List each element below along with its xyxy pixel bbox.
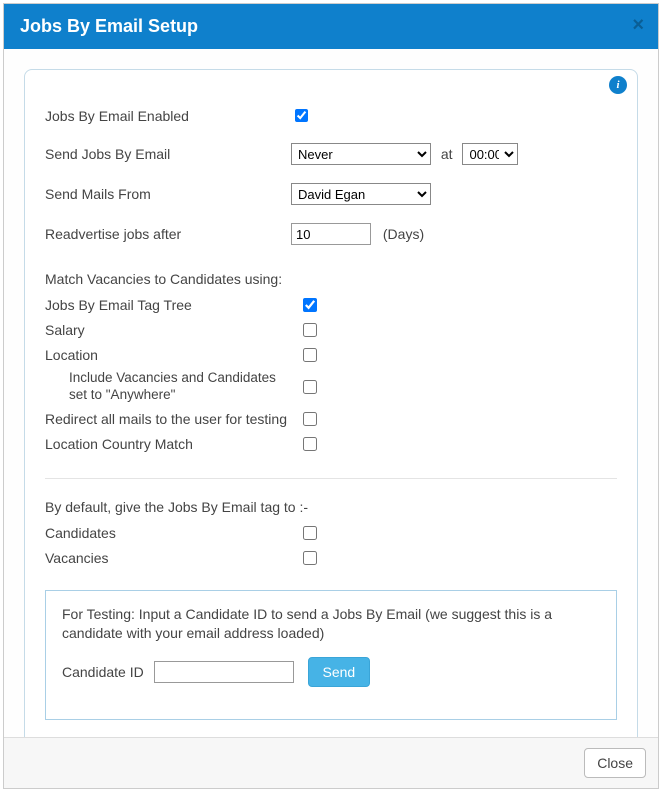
match-option-label: Location: [45, 347, 299, 363]
match-option-row: Jobs By Email Tag Tree: [45, 295, 617, 315]
match-option-row: Location: [45, 345, 617, 365]
input-candidate-id[interactable]: [154, 661, 294, 683]
label-at: at: [441, 146, 453, 162]
select-frequency[interactable]: Never: [291, 143, 431, 165]
select-time[interactable]: 00:00: [462, 143, 518, 165]
close-icon[interactable]: ×: [632, 14, 644, 37]
default-tag-label: Candidates: [45, 525, 299, 541]
match-option-checkbox[interactable]: [303, 437, 317, 451]
label-candidate-id: Candidate ID: [62, 664, 144, 680]
match-option-row: Include Vacancies and Candidates set to …: [45, 370, 617, 404]
label-readvertise: Readvertise jobs after: [45, 226, 291, 242]
modal-dialog: Jobs By Email Setup × i Jobs By Email En…: [3, 3, 659, 789]
match-options-list: Jobs By Email Tag Tree Salary Location Incl…: [45, 295, 617, 454]
default-tag-checkbox[interactable]: [303, 526, 317, 540]
match-option-label: Include Vacancies and Candidates set to …: [45, 370, 299, 404]
testing-description: For Testing: Input a Candidate ID to sen…: [62, 605, 600, 643]
row-enabled: Jobs By Email Enabled: [45, 106, 617, 125]
match-option-checkbox[interactable]: [303, 380, 317, 394]
default-tag-list: Candidates Vacancies: [45, 523, 617, 568]
close-button[interactable]: Close: [584, 748, 646, 778]
match-option-checkbox[interactable]: [303, 298, 317, 312]
match-option-label: Redirect all mails to the user for testi…: [45, 411, 299, 427]
settings-panel: i Jobs By Email Enabled Send Jobs By Ema…: [24, 69, 638, 737]
default-tag-checkbox[interactable]: [303, 551, 317, 565]
modal-footer: Close: [4, 737, 658, 788]
default-tag-row: Vacancies: [45, 548, 617, 568]
default-tag-row: Candidates: [45, 523, 617, 543]
label-send-from: Send Mails From: [45, 186, 291, 202]
info-icon[interactable]: i: [609, 76, 627, 94]
match-section-title: Match Vacancies to Candidates using:: [45, 271, 617, 287]
label-send-jobs: Send Jobs By Email: [45, 146, 291, 162]
match-option-checkbox[interactable]: [303, 348, 317, 362]
row-readvertise: Readvertise jobs after (Days): [45, 223, 617, 245]
default-tag-title: By default, give the Jobs By Email tag t…: [45, 499, 617, 515]
checkbox-enabled[interactable]: [295, 109, 308, 122]
row-send-from: Send Mails From David Egan: [45, 183, 617, 205]
modal-body[interactable]: i Jobs By Email Enabled Send Jobs By Ema…: [4, 49, 658, 737]
select-send-from[interactable]: David Egan: [291, 183, 431, 205]
match-option-checkbox[interactable]: [303, 323, 317, 337]
divider: [45, 478, 617, 479]
input-readvertise-days[interactable]: [291, 223, 371, 245]
modal-title: Jobs By Email Setup: [20, 16, 198, 36]
row-send-jobs: Send Jobs By Email Never at 00:00: [45, 143, 617, 165]
label-days-suffix: (Days): [383, 226, 424, 242]
match-option-label: Location Country Match: [45, 436, 299, 452]
match-option-row: Location Country Match: [45, 434, 617, 454]
send-button[interactable]: Send: [308, 657, 371, 687]
match-option-checkbox[interactable]: [303, 412, 317, 426]
match-option-row: Salary: [45, 320, 617, 340]
match-option-row: Redirect all mails to the user for testi…: [45, 409, 617, 429]
match-option-label: Salary: [45, 322, 299, 338]
modal-titlebar: Jobs By Email Setup ×: [4, 4, 658, 49]
match-option-label: Jobs By Email Tag Tree: [45, 297, 299, 313]
label-enabled: Jobs By Email Enabled: [45, 108, 291, 124]
default-tag-label: Vacancies: [45, 550, 299, 566]
testing-box: For Testing: Input a Candidate ID to sen…: [45, 590, 617, 720]
